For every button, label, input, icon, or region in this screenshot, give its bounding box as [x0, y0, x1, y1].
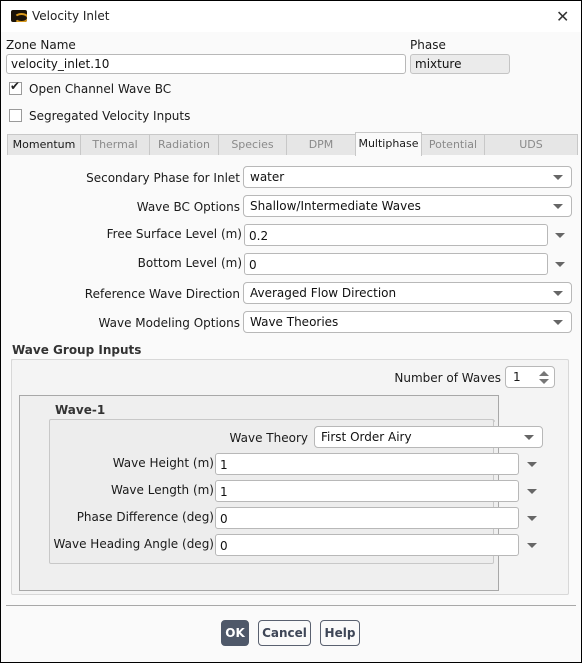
- spin-down-icon[interactable]: [539, 379, 549, 384]
- checkmark-icon: ✔: [10, 79, 21, 93]
- wave-modeling-label: Wave Modeling Options: [98, 316, 240, 330]
- secondary-phase-label: Secondary Phase for Inlet: [86, 171, 240, 185]
- tab-bar: Momentum Thermal Radiation Species DPM M…: [7, 132, 578, 156]
- wave-length-label: Wave Length (m): [110, 483, 214, 497]
- chevron-down-icon: [553, 291, 563, 296]
- segregated-velocity-checkbox[interactable]: [9, 109, 22, 122]
- wave-modeling-value: Wave Theories: [250, 315, 339, 329]
- secondary-phase-select[interactable]: water: [243, 166, 572, 188]
- tab-thermal[interactable]: Thermal: [80, 134, 150, 155]
- wave-theory-label: Wave Theory: [229, 431, 308, 445]
- ok-button[interactable]: OK: [221, 620, 249, 646]
- chevron-down-icon: [553, 175, 563, 180]
- wave-bc-label: Wave BC Options: [136, 200, 240, 214]
- help-button[interactable]: Help: [320, 620, 360, 646]
- spin-up-icon[interactable]: [539, 371, 549, 376]
- wave-length-input[interactable]: 1: [215, 480, 519, 502]
- close-icon[interactable]: ✕: [556, 7, 569, 26]
- wave-theory-value: First Order Airy: [321, 430, 412, 444]
- bottom-level-input[interactable]: 0: [244, 253, 548, 275]
- number-of-waves-value: 1: [513, 370, 521, 384]
- window-title: Velocity Inlet: [32, 9, 110, 23]
- parameter-dropdown-icon[interactable]: [527, 489, 537, 494]
- bottom-level-label: Bottom Level (m): [137, 256, 242, 270]
- phase-field: mixture: [410, 54, 510, 74]
- wave-group-title: Wave Group Inputs: [12, 343, 142, 357]
- wave-modeling-select[interactable]: Wave Theories: [243, 311, 572, 333]
- cancel-button[interactable]: Cancel: [258, 620, 311, 646]
- velocity-inlet-dialog: Velocity Inlet ✕ Zone Name velocity_inle…: [1, 1, 581, 662]
- segregated-velocity-label: Segregated Velocity Inputs: [29, 109, 191, 123]
- parameter-dropdown-icon[interactable]: [527, 516, 537, 521]
- tab-potential[interactable]: Potential: [421, 134, 485, 155]
- ref-wave-direction-value: Averaged Flow Direction: [250, 286, 397, 300]
- title-bar: Velocity Inlet ✕: [1, 1, 581, 32]
- wave-heading-angle-label: Wave Heading Angle (deg): [53, 537, 214, 551]
- ref-wave-direction-label: Reference Wave Direction: [84, 287, 240, 301]
- free-surface-input[interactable]: 0.2: [244, 224, 548, 246]
- app-logo-icon: [11, 10, 27, 22]
- wave-bc-select[interactable]: Shallow/Intermediate Waves: [243, 195, 572, 217]
- wave-theory-select[interactable]: First Order Airy: [314, 426, 543, 448]
- tab-species[interactable]: Species: [218, 134, 287, 155]
- chevron-down-icon: [553, 204, 563, 209]
- zone-name-input[interactable]: velocity_inlet.10: [6, 54, 406, 74]
- phase-label: Phase: [410, 38, 446, 52]
- tab-uds[interactable]: UDS: [484, 134, 578, 155]
- free-surface-label: Free Surface Level (m): [106, 227, 242, 241]
- chevron-down-icon: [524, 435, 534, 440]
- tab-momentum[interactable]: Momentum: [7, 134, 81, 155]
- secondary-phase-value: water: [250, 170, 285, 184]
- wave-height-input[interactable]: 1: [215, 453, 519, 475]
- chevron-down-icon: [553, 320, 563, 325]
- parameter-dropdown-icon[interactable]: [555, 233, 565, 238]
- number-of-waves-spinner[interactable]: 1: [505, 366, 555, 388]
- wave-heading-angle-input[interactable]: 0: [215, 534, 519, 556]
- open-channel-label: Open Channel Wave BC: [29, 82, 172, 96]
- parameter-dropdown-icon[interactable]: [527, 462, 537, 467]
- ref-wave-direction-select[interactable]: Averaged Flow Direction: [243, 282, 572, 304]
- open-channel-checkbox[interactable]: ✔: [9, 79, 22, 95]
- parameter-dropdown-icon[interactable]: [555, 262, 565, 267]
- parameter-dropdown-icon[interactable]: [527, 543, 537, 548]
- phase-difference-input[interactable]: 0: [215, 507, 519, 529]
- wave-1-title: Wave-1: [55, 403, 106, 417]
- footer-divider: [6, 605, 576, 606]
- tab-radiation[interactable]: Radiation: [149, 134, 219, 155]
- tab-multiphase[interactable]: Multiphase: [355, 132, 422, 156]
- tab-dpm[interactable]: DPM: [286, 134, 356, 155]
- phase-difference-label: Phase Difference (deg): [76, 510, 214, 524]
- wave-height-label: Wave Height (m): [112, 456, 214, 470]
- wave-bc-value: Shallow/Intermediate Waves: [250, 199, 421, 213]
- number-of-waves-label: Number of Waves: [394, 371, 501, 385]
- zone-name-label: Zone Name: [6, 38, 76, 52]
